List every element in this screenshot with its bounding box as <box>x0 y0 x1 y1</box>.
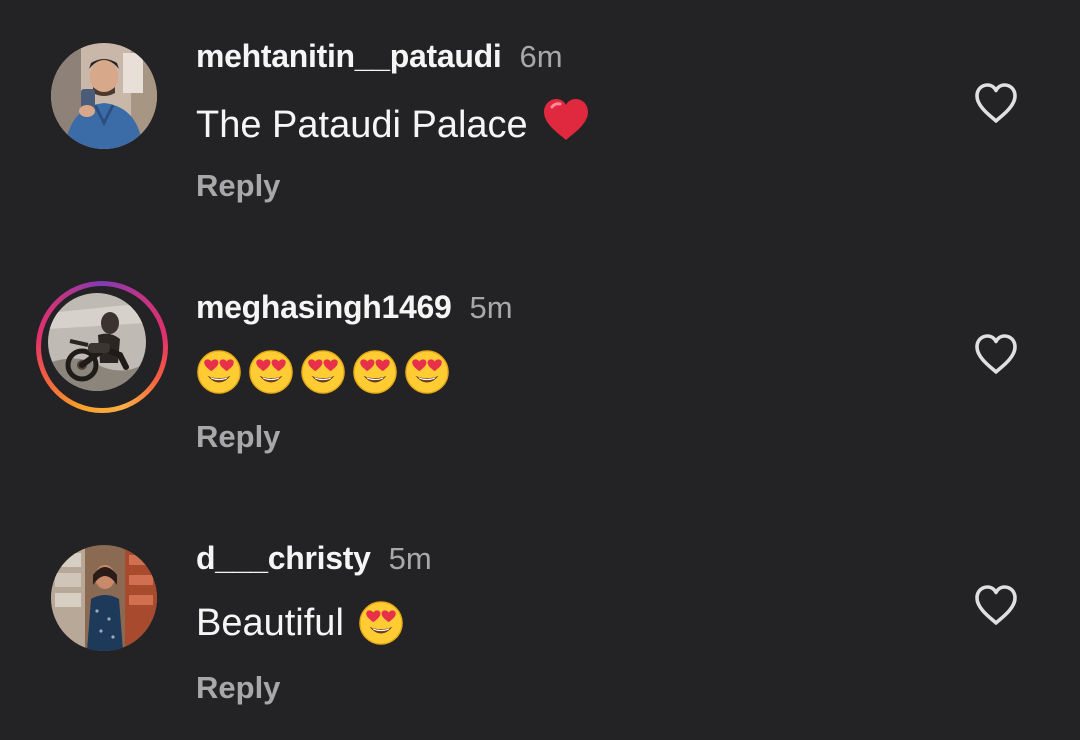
comment-text: Beautiful <box>196 600 404 646</box>
avatar[interactable] <box>44 540 164 660</box>
comment-item: d___christy 5m Beautiful Reply <box>0 502 1080 722</box>
like-heart-icon[interactable] <box>972 582 1020 628</box>
heart-eyes-emoji-icon <box>358 600 404 646</box>
comment-text: The Pataudi Palace <box>196 98 590 152</box>
timestamp: 5m <box>388 541 432 576</box>
heart-eyes-emoji-icon <box>300 349 346 395</box>
reply-button[interactable]: Reply <box>196 168 280 204</box>
comment-header: mehtanitin__pataudi 6m <box>196 38 563 78</box>
username[interactable]: d___christy <box>196 540 371 576</box>
avatar-story-ring[interactable] <box>36 281 168 413</box>
heart-eyes-emoji-icon <box>248 349 294 395</box>
heart-eyes-emoji-icon <box>196 349 242 395</box>
avatar[interactable] <box>44 38 164 158</box>
emoji-row <box>196 349 450 395</box>
avatar-image <box>48 293 146 391</box>
like-heart-icon[interactable] <box>972 331 1020 377</box>
username[interactable]: mehtanitin__pataudi <box>196 38 502 74</box>
heart-eyes-emoji-icon <box>352 349 398 395</box>
username[interactable]: meghasingh1469 <box>196 289 452 325</box>
timestamp: 6m <box>519 39 563 74</box>
comment-item: mehtanitin__pataudi 6m The Pataudi Palace… <box>0 0 1080 220</box>
comment-header: meghasingh1469 5m <box>196 289 513 329</box>
comment-body: Beautiful <box>196 601 344 644</box>
comment-body: The Pataudi Palace <box>196 103 528 146</box>
comment-header: d___christy 5m <box>196 540 432 580</box>
timestamp: 5m <box>469 290 513 325</box>
comment-item: meghasingh1469 5m Reply <box>0 251 1080 471</box>
like-heart-icon[interactable] <box>972 80 1020 126</box>
red-heart-emoji-icon <box>542 98 590 152</box>
reply-button[interactable]: Reply <box>196 419 280 455</box>
avatar-image <box>51 43 157 149</box>
reply-button[interactable]: Reply <box>196 670 280 706</box>
comment-text <box>196 349 450 395</box>
heart-eyes-emoji-icon <box>404 349 450 395</box>
comments-list: mehtanitin__pataudi 6m The Pataudi Palace… <box>0 0 1080 740</box>
avatar-image <box>51 545 157 651</box>
